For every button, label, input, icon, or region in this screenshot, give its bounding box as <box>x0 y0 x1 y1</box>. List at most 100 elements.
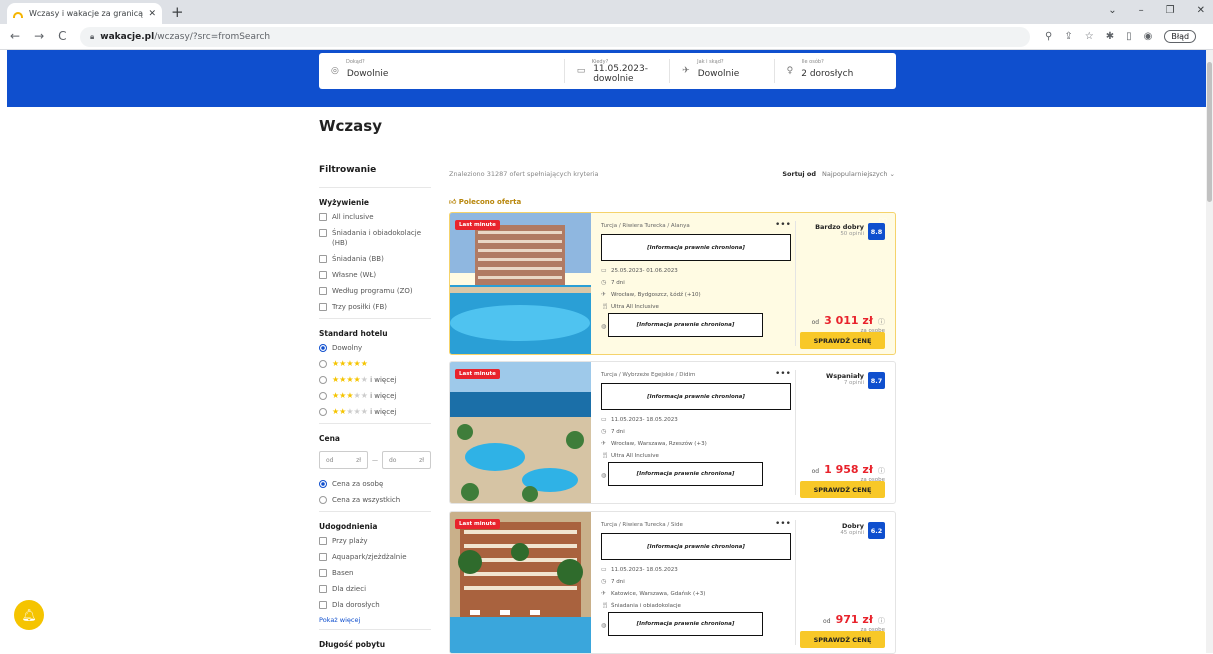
meal-option[interactable]: Według programu (ZO) <box>319 286 431 296</box>
offer-location[interactable]: Turcja / Riwiera Turecka / Side <box>601 522 791 528</box>
filters-heading: Filtrowanie <box>319 165 377 175</box>
show-more-link[interactable]: Pokaż więcej <box>319 616 431 624</box>
info-icon[interactable]: ⓘ <box>878 617 885 625</box>
minimize-button[interactable]: – <box>1139 5 1144 16</box>
share-icon[interactable]: ⇪ <box>1064 31 1072 42</box>
meal-option[interactable]: Własne (WŁ) <box>319 270 431 280</box>
radio[interactable] <box>319 496 327 504</box>
notification-bell-icon[interactable]: 🔔︎ <box>14 600 44 630</box>
checkbox[interactable] <box>319 585 327 593</box>
side-panel-icon[interactable]: ▯ <box>1126 31 1132 42</box>
amenity-option[interactable]: Basen <box>319 568 431 578</box>
offer-location[interactable]: Turcja / Riwiera Turecka / Alanya <box>601 223 791 229</box>
offer-card[interactable]: Last minute ♡ Turcja / Wybrzeże Egejskie… <box>449 361 896 504</box>
radio-selected[interactable] <box>319 480 327 488</box>
option-label: i więcej <box>370 376 397 384</box>
more-options-icon[interactable]: ••• <box>775 369 791 379</box>
option-label: Śniadania (BB) <box>332 255 384 263</box>
reload-icon[interactable]: C <box>58 29 66 43</box>
bookmark-star-icon[interactable]: ☆ <box>1085 31 1094 42</box>
standard-option-any[interactable]: Dowolny <box>319 343 431 353</box>
hotel-photo[interactable] <box>450 213 591 355</box>
checkbox[interactable] <box>319 229 327 237</box>
check-price-button[interactable]: SPRAWDŹ CENĘ <box>800 631 885 648</box>
offer-meal: 🍴︎ Ultra All Inclusive <box>601 452 791 459</box>
hotel-photo[interactable] <box>450 512 591 654</box>
meal-option[interactable]: Śniadania (BB) <box>319 254 431 264</box>
tab-close-icon[interactable]: ✕ <box>148 9 156 19</box>
reviews-count[interactable]: 7 opinii <box>826 380 864 386</box>
radio[interactable] <box>319 408 327 416</box>
meal-option[interactable]: All inclusive <box>319 212 431 222</box>
stay-length-filter-title: Długość pobytu <box>319 640 386 649</box>
url-bar[interactable]: 🔒︎ wakacje.pl /wczasy/?src=fromSearch <box>80 27 1030 47</box>
price-for-all-option[interactable]: Cena za wszystkich <box>319 495 431 505</box>
error-badge[interactable]: Błąd <box>1164 30 1197 43</box>
destination-field[interactable]: ◎ Dokąd? Dowolnie <box>319 53 564 89</box>
price-box: od 3 011 zł ⓘ za osobę <box>812 309 885 334</box>
radio[interactable] <box>319 376 327 384</box>
forward-icon[interactable]: → <box>34 29 44 43</box>
scrollbar-thumb[interactable] <box>1207 62 1212 202</box>
lock-icon[interactable]: 🔒︎ <box>90 32 94 42</box>
back-icon[interactable]: ← <box>10 29 20 43</box>
more-options-icon[interactable]: ••• <box>775 220 791 230</box>
guests-field[interactable]: ♀ Ile osób? 2 dorosłych <box>775 53 896 89</box>
checkbox[interactable] <box>319 553 327 561</box>
divider <box>795 221 796 346</box>
amenity-option[interactable]: Aquapark/zjeżdżalnie <box>319 552 431 562</box>
offer-card[interactable]: Last minute ♡ Turcja / Riwiera Turecka /… <box>449 511 896 654</box>
checkbox[interactable] <box>319 271 327 279</box>
standard-option-4[interactable]: ★★★★★ i więcej <box>319 375 431 385</box>
restore-button[interactable]: ❐ <box>1166 5 1175 16</box>
meal-option[interactable]: Śniadania i obiadokolacje (HB) <box>319 228 431 248</box>
info-icon[interactable]: ⓘ <box>878 318 885 326</box>
reviews-count[interactable]: 50 opinii <box>815 231 864 237</box>
date-field[interactable]: ▭ Kiedy? 11.05.2023-dowolnie <box>565 53 669 89</box>
radio[interactable] <box>319 392 327 400</box>
transport-field[interactable]: ✈ Jak i skąd? Dowolnie <box>670 53 773 89</box>
dates-text: 11.05.2023- 18.05.2023 <box>611 566 678 573</box>
check-price-button[interactable]: SPRAWDŹ CENĘ <box>800 481 885 498</box>
checkbox[interactable] <box>319 537 327 545</box>
price-to-input[interactable]: do zł <box>382 451 431 469</box>
tab-search-icon[interactable]: ⌄ <box>1108 5 1116 16</box>
divider <box>319 511 431 512</box>
price-box: od 1 958 zł ⓘ za osobę <box>812 458 885 483</box>
checkbox[interactable] <box>319 601 327 609</box>
radio[interactable] <box>319 360 327 368</box>
price-from-input[interactable]: od zł <box>319 451 368 469</box>
standard-option-2[interactable]: ★★★★★ i więcej <box>319 407 431 417</box>
offer-card[interactable]: Last minute ♡ Turcja / Riwiera Turecka /… <box>449 212 896 355</box>
offer-meal: 🍴︎ Śniadania i obiadokolacje <box>601 602 791 609</box>
browser-tab[interactable]: Wczasy i wakacje za granicą na W ✕ <box>7 3 162 24</box>
checkbox[interactable] <box>319 303 327 311</box>
rating-word: Dobry <box>842 522 864 530</box>
extensions-icon[interactable]: ✱ <box>1106 31 1114 42</box>
more-options-icon[interactable]: ••• <box>775 519 791 529</box>
calendar-icon: ▭ <box>601 267 607 274</box>
sort-dropdown[interactable]: Sortuj od Najpopularniejszych ⌄ <box>782 170 895 178</box>
checkbox[interactable] <box>319 569 327 577</box>
checkbox[interactable] <box>319 287 327 295</box>
checkbox[interactable] <box>319 255 327 263</box>
close-window-button[interactable]: ✕ <box>1197 5 1205 16</box>
hotel-photo[interactable] <box>450 362 591 504</box>
amenity-option[interactable]: Przy plaży <box>319 536 431 546</box>
checkbox[interactable] <box>319 213 327 221</box>
profile-icon[interactable]: ◉ <box>1144 31 1153 42</box>
offer-location[interactable]: Turcja / Wybrzeże Egejskie / Didim <box>601 372 791 378</box>
radio-selected[interactable] <box>319 344 327 352</box>
reviews-count[interactable]: 45 opinii <box>840 530 864 536</box>
check-price-button[interactable]: SPRAWDŹ CENĘ <box>800 332 885 349</box>
info-icon[interactable]: ⓘ <box>878 467 885 475</box>
amenity-option[interactable]: Dla dzieci <box>319 584 431 594</box>
standard-option-5[interactable]: ★★★★★ <box>319 359 431 369</box>
standard-option-3[interactable]: ★★★★★ i więcej <box>319 391 431 401</box>
zoom-icon[interactable]: ⚲ <box>1045 31 1052 42</box>
meal-option[interactable]: Trzy posiłki (FB) <box>319 302 431 312</box>
range-dash: — <box>372 456 378 464</box>
price-per-person-option[interactable]: Cena za osobę <box>319 479 431 489</box>
amenity-option[interactable]: Dla dorosłych <box>319 600 431 610</box>
new-tab-button[interactable]: + <box>171 3 184 21</box>
